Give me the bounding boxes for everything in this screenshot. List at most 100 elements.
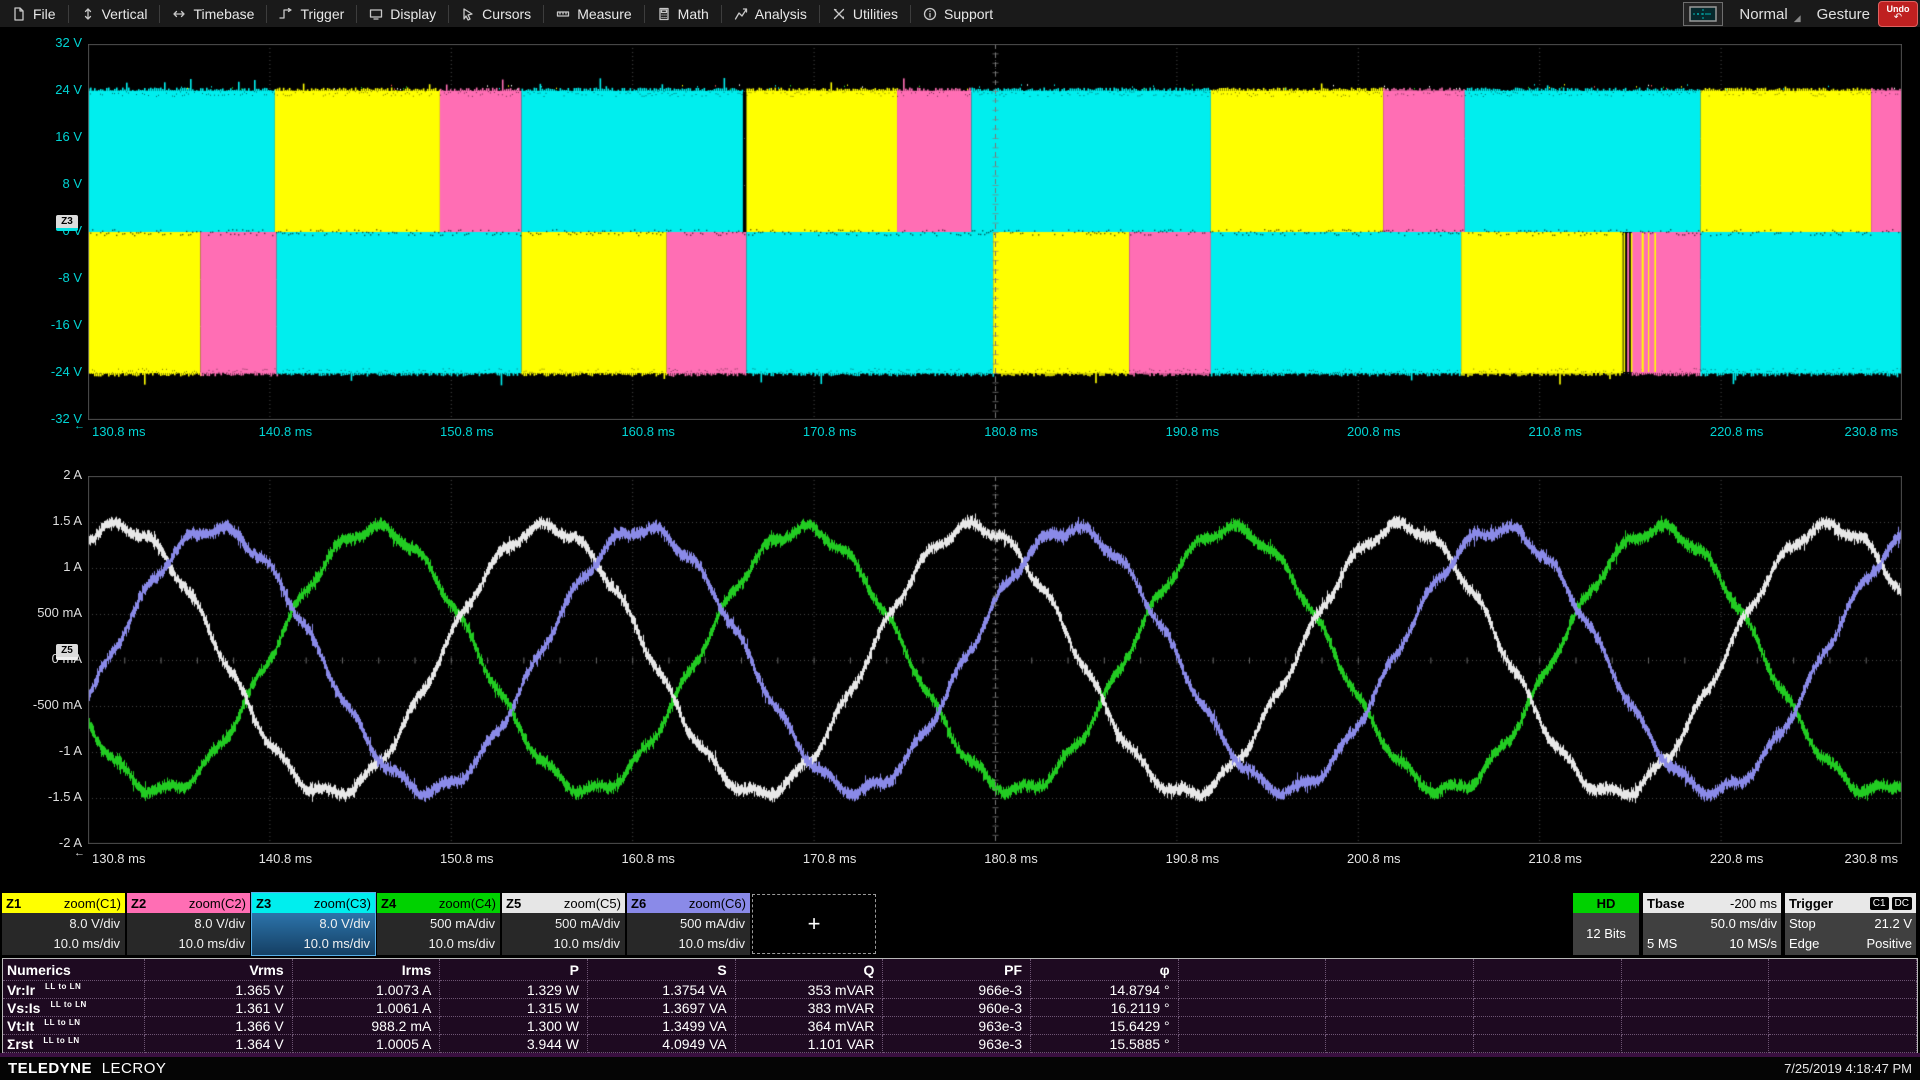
trace-descriptor-z4[interactable]: Z4zoom(C4)500 mA/div10.0 ms/div [377, 893, 500, 955]
numerics-value-cell: 1.366 V [145, 1017, 293, 1035]
add-trace-button[interactable]: + [752, 894, 876, 954]
numerics-value-cell: 1.300 W [440, 1017, 588, 1035]
trace-descriptor-z3[interactable]: Z3zoom(C3)8.0 V/div10.0 ms/div [252, 893, 375, 955]
axis-tick-label: -2 A [0, 835, 82, 850]
undo-button[interactable]: Undo ↶ [1878, 1, 1918, 27]
trigger-slope: Positive [1866, 934, 1912, 954]
trace-id: Z4 [381, 896, 396, 911]
numerics-value-cell: 1.365 V [145, 981, 293, 999]
menu-item-trigger[interactable]: Trigger [267, 0, 356, 28]
axis-tick-label: -1.5 A [0, 789, 82, 804]
menu-items: File VerticalTimebaseTriggerDisplayCursor… [0, 0, 1005, 28]
z3-zero-marker[interactable]: Z3 [56, 215, 78, 231]
time-tick-label: 210.8 ms [1528, 424, 1581, 439]
trace-id: Z6 [631, 896, 646, 911]
numerics-value-cell: 15.5885 ° [1031, 1035, 1179, 1053]
time-tick-label: 150.8 ms [440, 851, 493, 866]
trigger-level: 21.2 V [1874, 914, 1912, 934]
trace-vertical-scale: 500 mA/div [377, 914, 495, 934]
axis-tick-label: -1 A [0, 743, 82, 758]
numerics-value-cell: 1.3499 VA [588, 1017, 736, 1035]
menu-item-measure[interactable]: Measure [544, 0, 643, 28]
timebase-rate: 10 MS/s [1729, 934, 1777, 954]
axis-tick-label: -16 V [0, 317, 82, 332]
trigger-source-chip: C1 [1870, 897, 1889, 910]
trace-id: Z3 [256, 896, 271, 911]
trace-descriptor-z1[interactable]: Z1zoom(C1)8.0 V/div10.0 ms/div [2, 893, 125, 955]
numerics-column-header [1326, 959, 1474, 981]
menu-item-vertical[interactable]: Vertical [69, 0, 160, 28]
trace-descriptor-z5[interactable]: Z5zoom(C5)500 mA/div10.0 ms/div [502, 893, 625, 955]
trigger-coupling-chip: DC [1892, 897, 1912, 910]
trigger-mode: Stop [1789, 914, 1816, 934]
zoom-trace-boxes: Z1zoom(C1)8.0 V/div10.0 ms/divZ2zoom(C2)… [2, 893, 750, 955]
hd-bits: 12 Bits [1573, 913, 1639, 955]
trace-source: zoom(C6) [689, 896, 746, 911]
trace-vertical-scale: 500 mA/div [627, 914, 745, 934]
menu-item-label: Math [678, 6, 709, 22]
trigger-box[interactable]: Trigger C1 DC Stop 21.2 V Edge Positive [1785, 893, 1916, 955]
numerics-column-header [1769, 959, 1917, 981]
trigger-icon [279, 7, 293, 21]
trace-descriptor-z2[interactable]: Z2zoom(C2)8.0 V/div10.0 ms/div [127, 893, 250, 955]
menu-item-cursors[interactable]: Cursors [449, 0, 543, 28]
math-icon [657, 7, 671, 21]
menu-item-file[interactable]: File [0, 0, 68, 28]
numerics-column-header: PF [883, 959, 1031, 981]
z5-zero-marker[interactable]: Z5 [56, 644, 78, 660]
current-waveform-grid[interactable] [88, 476, 1902, 844]
file-icon [12, 7, 26, 21]
undo-arrow-icon: ↶ [1894, 13, 1902, 23]
numerics-table[interactable]: Numerics VrmsIrmsPSQPFφVr:IrLL to LN1.36… [2, 958, 1918, 1054]
menu-item-utilities[interactable]: Utilities [820, 0, 910, 28]
axis-tick-label: -32 V [0, 411, 82, 426]
numerics-value-cell [1622, 1017, 1770, 1035]
numerics-row-label: Vt:ItLL to LN [3, 1017, 145, 1035]
numerics-column-header [1179, 959, 1327, 981]
voltage-waveform-grid[interactable] [88, 44, 1902, 420]
menu-item-timebase[interactable]: Timebase [160, 0, 266, 28]
numerics-value-cell [1622, 981, 1770, 999]
trace-descriptor-z6[interactable]: Z6zoom(C6)500 mA/div10.0 ms/div [627, 893, 750, 955]
numerics-column-header: Vrms [145, 959, 293, 981]
time-tick-label: 160.8 ms [621, 424, 674, 439]
acquisition-cluster: HD 12 Bits Tbase -200 ms 50.0 ms/div 5 M… [1573, 893, 1916, 955]
numerics-column-header [1622, 959, 1770, 981]
trace-horizontal-scale: 10.0 ms/div [252, 934, 370, 954]
gesture-button[interactable]: Gesture [1817, 6, 1870, 23]
axis-tick-label: -8 V [0, 270, 82, 285]
axis-start-arrow: ← [74, 420, 85, 432]
trace-vertical-scale: 8.0 V/div [127, 914, 245, 934]
menu-item-analysis[interactable]: Analysis [722, 0, 819, 28]
numerics-column-header [1474, 959, 1622, 981]
time-tick-label: 230.8 ms [1845, 424, 1898, 439]
time-tick-label: 190.8 ms [1166, 851, 1219, 866]
numerics-value-cell [1474, 1035, 1622, 1053]
time-tick-label: 220.8 ms [1710, 424, 1763, 439]
display-grid-icon [1689, 6, 1717, 22]
time-tick-label: 190.8 ms [1166, 424, 1219, 439]
numerics-value-cell: 3.944 W [440, 1035, 588, 1053]
menu-item-display[interactable]: Display [357, 0, 448, 28]
numerics-value-cell [1326, 981, 1474, 999]
axis-tick-label: 2 A [0, 467, 82, 482]
menu-item-support[interactable]: Support [911, 0, 1005, 28]
time-tick-label: 210.8 ms [1528, 851, 1581, 866]
numerics-row-label: Vr:IrLL to LN [3, 981, 145, 999]
axis-tick-label: 1.5 A [0, 513, 82, 528]
numerics-value-cell [1622, 1035, 1770, 1053]
display-layout-button[interactable] [1683, 2, 1723, 26]
numerics-value-cell: 14.8794 ° [1031, 981, 1179, 999]
numerics-value-cell: 966e-3 [883, 981, 1031, 999]
timebase-box[interactable]: Tbase -200 ms 50.0 ms/div 5 MS 10 MS/s [1643, 893, 1781, 955]
numerics-title: Numerics [3, 959, 145, 981]
numerics-value-cell [1179, 981, 1327, 999]
menu-item-math[interactable]: Math [645, 0, 721, 28]
cursors-icon [461, 7, 475, 21]
hd-mode-box[interactable]: HD 12 Bits [1573, 893, 1639, 955]
display-mode-select[interactable]: Normal [1739, 6, 1787, 23]
numerics-value-cell: 963e-3 [883, 1017, 1031, 1035]
numerics-value-cell [1769, 981, 1917, 999]
menu-item-label: File [33, 6, 56, 22]
axis-tick-label: 24 V [0, 82, 82, 97]
